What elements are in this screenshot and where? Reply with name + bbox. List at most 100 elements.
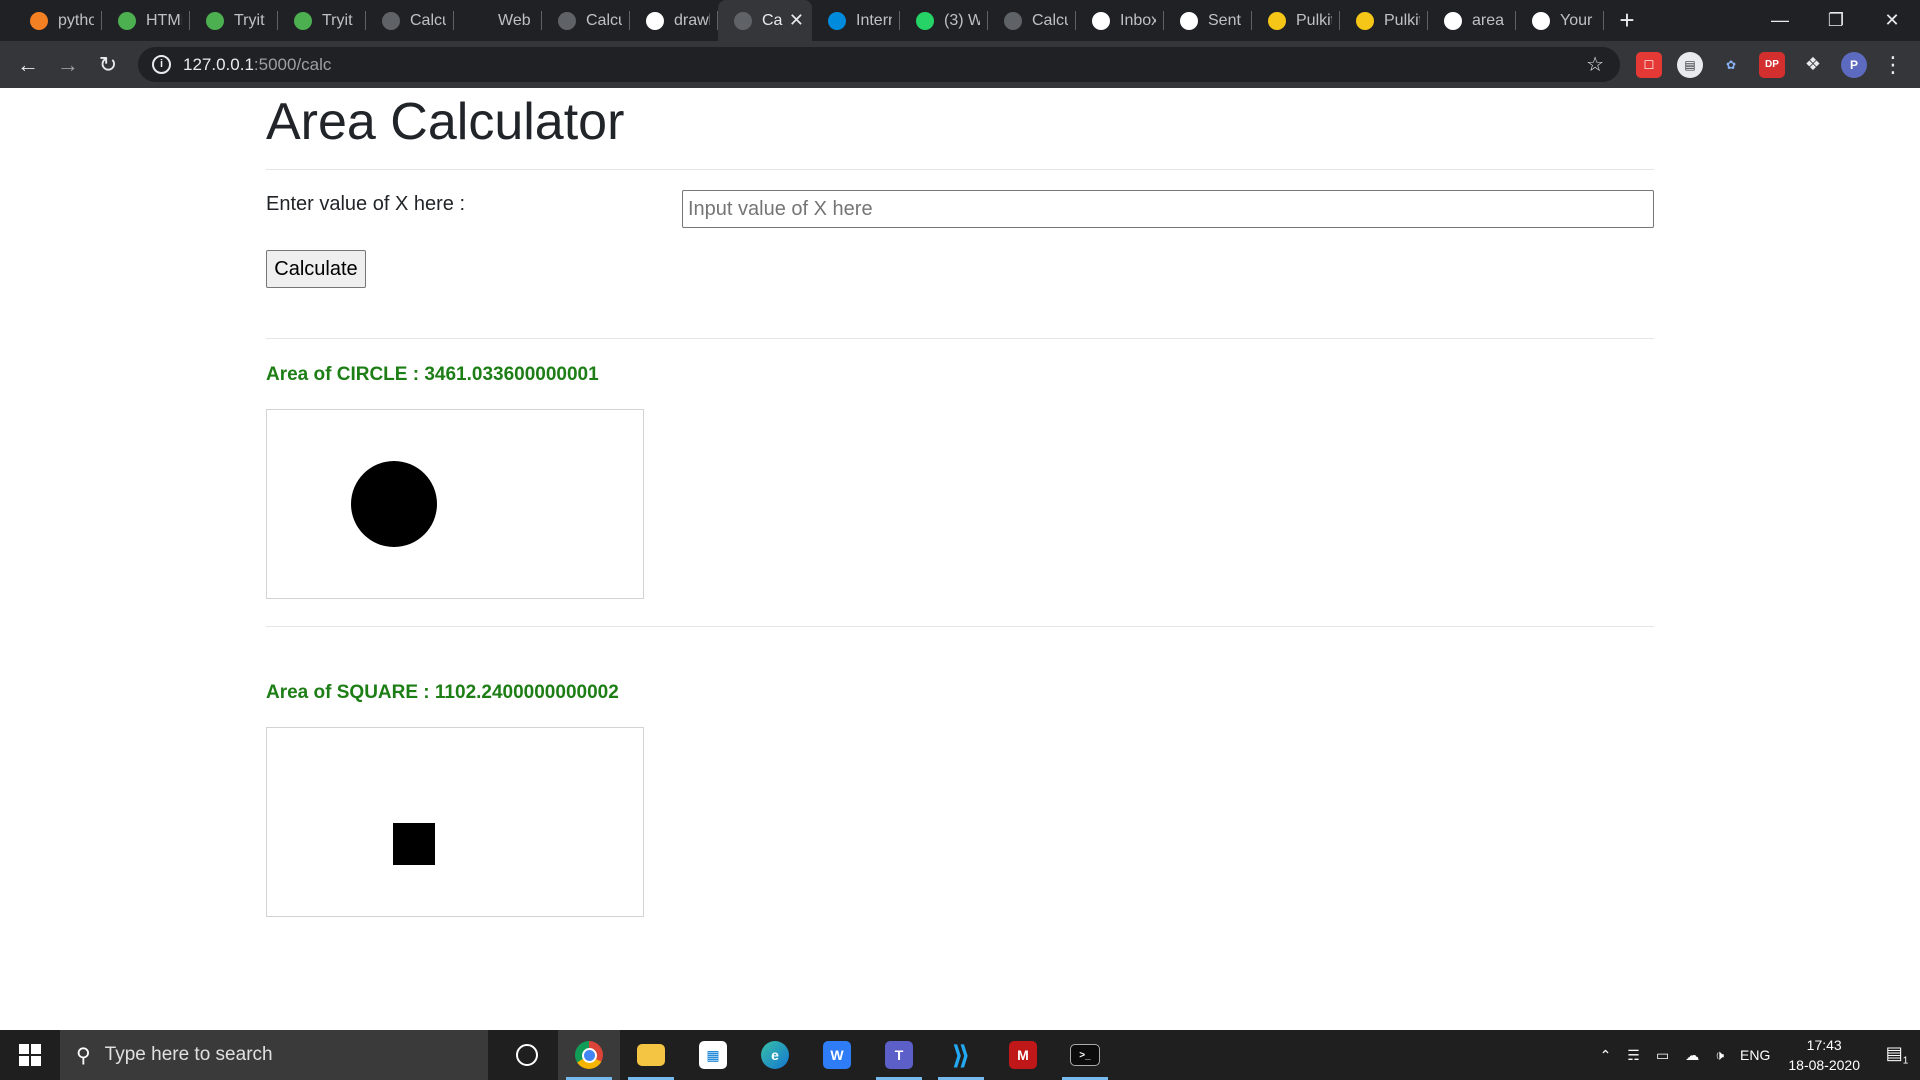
- browser-tab[interactable]: Calcul: [988, 0, 1076, 41]
- teams-icon: T: [885, 1041, 913, 1069]
- wifi-icon[interactable]: ☴: [1627, 1047, 1640, 1064]
- forward-arrow-icon[interactable]: →: [48, 52, 88, 78]
- profile-avatar[interactable]: P: [1841, 51, 1867, 78]
- codechef-icon: [1356, 11, 1374, 30]
- tab-title: Tryit E: [322, 11, 358, 29]
- divider: [266, 626, 1654, 627]
- pocket-extension-icon[interactable]: ☐: [1636, 51, 1662, 78]
- square-canvas: [266, 727, 644, 917]
- volume-icon[interactable]: 🕩: [1715, 1047, 1724, 1064]
- onedrive-icon[interactable]: ☁: [1685, 1047, 1699, 1064]
- calculate-button[interactable]: Calculate: [266, 250, 366, 288]
- divider: [266, 338, 1654, 339]
- terminal-icon: >_: [1070, 1044, 1100, 1066]
- browser-tab[interactable]: Your F: [1516, 0, 1604, 41]
- tab-title: (3) Wl: [944, 11, 980, 29]
- browser-tab[interactable]: Tryit E: [190, 0, 278, 41]
- gmail-icon: [1180, 11, 1198, 30]
- browser-tab[interactable]: Tryit E: [278, 0, 366, 41]
- notification-count: 1: [1902, 1055, 1909, 1067]
- browser-tab[interactable]: Calcul: [542, 0, 630, 41]
- vscode-taskbar-button[interactable]: ⟫: [930, 1030, 992, 1080]
- minimize-icon[interactable]: —: [1752, 0, 1808, 41]
- circle-area-result: Area of CIRCLE : 3461.033600000001: [266, 364, 599, 385]
- cortana-icon: [516, 1044, 538, 1066]
- mcafee-taskbar-button[interactable]: M: [992, 1030, 1054, 1080]
- taskbar-search[interactable]: ⚲ Type here to search: [60, 1030, 488, 1080]
- mcafee-icon: M: [1009, 1041, 1037, 1069]
- x-value-input[interactable]: [682, 190, 1654, 228]
- store-taskbar-button[interactable]: ▦: [682, 1030, 744, 1080]
- browser-tab[interactable]: Intern: [812, 0, 900, 41]
- vscode-icon: ⟫: [951, 1039, 971, 1070]
- eyedropper-extension-icon[interactable]: ✿: [1718, 52, 1744, 78]
- site-info-icon[interactable]: i: [152, 55, 171, 74]
- browser-tab[interactable]: Inbox: [1076, 0, 1164, 41]
- url-host: 127.0.0.1: [183, 54, 254, 74]
- browser-tab[interactable]: Pulkit: [1252, 0, 1340, 41]
- tab-title: Calcul: [410, 11, 446, 29]
- restore-icon[interactable]: ❐: [1808, 0, 1864, 41]
- back-arrow-icon[interactable]: ←: [8, 52, 48, 78]
- browser-tab[interactable]: drawb: [630, 0, 718, 41]
- browser-tab[interactable]: pytho: [14, 0, 102, 41]
- tab-title: HTML: [146, 11, 182, 29]
- reload-icon[interactable]: ↻: [88, 52, 128, 78]
- extensions-puzzle-icon[interactable]: ❖: [1800, 52, 1826, 78]
- square-area-result: Area of SQUARE : 1102.2400000000002: [266, 682, 619, 703]
- address-bar[interactable]: i 127.0.0.1:5000/calc ☆: [138, 47, 1620, 82]
- close-tab-icon[interactable]: ✕: [789, 10, 804, 31]
- notification-center-icon[interactable]: ▤1: [1874, 1043, 1920, 1067]
- tab-title: Calcul: [586, 11, 622, 29]
- close-window-icon[interactable]: ✕: [1864, 0, 1920, 41]
- circle-canvas: [266, 409, 644, 599]
- browser-tab[interactable]: Sent M: [1164, 0, 1252, 41]
- system-tray: ⌃ ☴ ▭ ☁ 🕩 ENG 17:43 18-08-2020 ▤1: [1592, 1030, 1920, 1080]
- dp-extension-icon[interactable]: DP: [1759, 51, 1785, 78]
- browser-tab[interactable]: Pulkit: [1340, 0, 1428, 41]
- taskbar-apps: ▦ e W T ⟫ M >_: [496, 1030, 1116, 1080]
- globe-icon: [558, 11, 576, 30]
- windows-logo-icon: [19, 1044, 41, 1066]
- windows-taskbar: ⚲ Type here to search ▦ e W T ⟫ M >_ ⌃ ☴…: [0, 1030, 1920, 1080]
- codechef-icon: [1268, 11, 1286, 30]
- clock[interactable]: 17:43 18-08-2020: [1788, 1035, 1860, 1075]
- stackoverflow-icon: [30, 11, 48, 30]
- browser-tab-strip: pytho HTML Tryit E Tryit E Calcul Web a Calcul…: [0, 0, 1920, 41]
- browser-tab[interactable]: Ca ✕: [718, 0, 812, 41]
- edge-taskbar-button[interactable]: e: [744, 1030, 806, 1080]
- search-icon: ⚲: [76, 1044, 91, 1067]
- new-tab-button[interactable]: +: [1604, 5, 1650, 36]
- battery-icon[interactable]: ▭: [1656, 1047, 1669, 1064]
- whatsapp-icon: [916, 11, 934, 30]
- tab-title: Tryit E: [234, 11, 270, 29]
- url-text[interactable]: 127.0.0.1:5000/calc: [183, 55, 331, 75]
- language-indicator[interactable]: ENG: [1740, 1047, 1770, 1063]
- folder-icon: [637, 1044, 665, 1066]
- globe-icon: [734, 11, 752, 30]
- teams-taskbar-button[interactable]: T: [868, 1030, 930, 1080]
- tray-chevron-up-icon[interactable]: ⌃: [1600, 1047, 1612, 1064]
- start-button[interactable]: [0, 1030, 60, 1080]
- google-icon: [1444, 11, 1462, 30]
- terminal-taskbar-button[interactable]: >_: [1054, 1030, 1116, 1080]
- file-explorer-taskbar-button[interactable]: [620, 1030, 682, 1080]
- google-icon: [646, 11, 664, 30]
- tiktok-icon: [470, 11, 488, 30]
- bookmark-star-icon[interactable]: ☆: [1586, 52, 1604, 77]
- tab-title: pytho: [58, 11, 94, 29]
- browser-tab[interactable]: Web a: [454, 0, 542, 41]
- tab-title: Calcul: [1032, 11, 1068, 29]
- chrome-menu-icon[interactable]: ⋮: [1882, 52, 1904, 78]
- w3schools-icon: [206, 11, 224, 30]
- browser-tab[interactable]: (3) Wl: [900, 0, 988, 41]
- wps-taskbar-button[interactable]: W: [806, 1030, 868, 1080]
- browser-tab[interactable]: Calcul: [366, 0, 454, 41]
- browser-tab[interactable]: HTML: [102, 0, 190, 41]
- reader-extension-icon[interactable]: ▤: [1677, 51, 1703, 78]
- x-label: Enter value of X here :: [266, 193, 466, 215]
- globe-icon: [1004, 11, 1022, 30]
- cortana-button[interactable]: [496, 1030, 558, 1080]
- browser-tab[interactable]: area c: [1428, 0, 1516, 41]
- chrome-taskbar-button[interactable]: [558, 1030, 620, 1080]
